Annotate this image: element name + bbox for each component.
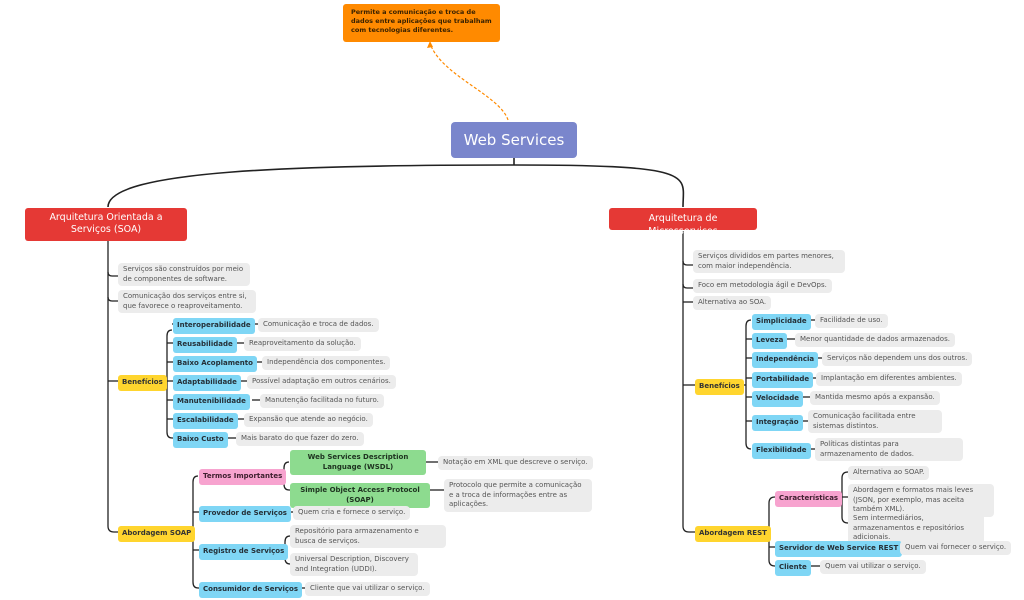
soa-benefit-escalabilidade[interactable]: Escalabilidade [173,413,238,429]
soap-service-registry[interactable]: Registro de Serviços [199,544,289,560]
rest-approach[interactable]: Abordagem REST [695,526,771,542]
soap-service-provider[interactable]: Provedor de Serviços [199,506,291,522]
rest-characteristics[interactable]: Características [775,491,843,507]
soap-service-consumer[interactable]: Consumidor de Serviços [199,582,303,598]
micro-benefit-leveza[interactable]: Leveza [752,333,788,349]
soa-benefits[interactable]: Benefícios [118,375,167,391]
root-node-web-services[interactable]: Web Services [451,122,577,158]
rest-characteristic-item[interactable]: Sem intermediários, armazenamentos e rep… [848,512,984,545]
micro-benefit-desc[interactable]: Comunicação facilitada entre sistemas di… [808,410,942,433]
soa-benefit-desc[interactable]: Comunicação e troca de dados. [258,318,379,332]
soap-registry-desc[interactable]: Repositório para armazenamento e busca d… [290,525,446,548]
micro-benefit-desc[interactable]: Facilidade de uso. [815,314,888,328]
micro-benefit-desc[interactable]: Políticas distintas para armazenamento d… [815,438,963,461]
rest-characteristic-item[interactable]: Alternativa ao SOAP. [848,466,930,480]
rest-server[interactable]: Servidor de Web Service REST [775,541,903,557]
rest-client[interactable]: Cliente [775,560,811,576]
soap-approach[interactable]: Abordagem SOAP [118,526,196,542]
soap-service-provider-desc[interactable]: Quem cria e fornece o serviço. [293,506,411,520]
soap-registry-uddi[interactable]: Universal Description, Discovery and Int… [290,553,418,576]
micro-benefit-portabilidade[interactable]: Portabilidade [752,372,814,388]
micro-benefit-velocidade[interactable]: Velocidade [752,391,804,407]
soap-important-terms[interactable]: Termos Importantes [199,469,287,485]
soa-benefit-adaptabilidade[interactable]: Adaptabilidade [173,375,241,391]
micro-benefit-independencia[interactable]: Independência [752,352,819,368]
soa-benefit-baixo-acoplamento[interactable]: Baixo Acoplamento [173,356,257,372]
soa-benefit-desc[interactable]: Possível adaptação em outros cenários. [247,375,396,389]
definition-callout[interactable]: Permite a comunicação e troca de dados e… [343,4,500,42]
micro-benefit-desc[interactable]: Menor quantidade de dados armazenados. [795,333,955,347]
branch-soa[interactable]: Arquitetura Orientada a Serviços (SOA) [25,208,187,241]
soa-note-components[interactable]: Serviços são construídos por meio de com… [118,263,250,286]
soa-benefit-desc[interactable]: Mais barato do que fazer do zero. [236,432,364,446]
soa-benefit-desc[interactable]: Manutenção facilitada no futuro. [260,394,384,408]
soa-benefit-desc[interactable]: Expansão que atende ao negócio. [244,413,373,427]
micro-note-divided[interactable]: Serviços divididos em partes menores, co… [693,250,845,273]
soa-benefit-reusabilidade[interactable]: Reusabilidade [173,337,237,353]
micro-benefit-simplicidade[interactable]: Simplicidade [752,314,811,330]
rest-client-desc[interactable]: Quem vai utilizar o serviço. [820,560,926,574]
micro-benefit-desc[interactable]: Serviços não dependem uns dos outros. [822,352,973,366]
soa-note-communication[interactable]: Comunicação dos serviços entre si, que f… [118,290,256,313]
term-wsdl[interactable]: Web Services Description Language (WSDL) [290,450,426,475]
micro-benefit-flexibilidade[interactable]: Flexibilidade [752,443,811,459]
micro-benefits[interactable]: Benefícios [695,379,744,395]
soap-service-consumer-desc[interactable]: Cliente que vai utilizar o serviço. [305,582,430,596]
branch-microservices[interactable]: Arquitetura de Microsserviços [609,208,757,237]
rest-server-desc[interactable]: Quem vai fornecer o serviço. [900,541,1012,555]
micro-note-agile[interactable]: Foco em metodologia ágil e DevOps. [693,279,832,293]
soa-benefit-interoperabilidade[interactable]: Interoperabilidade [173,318,255,334]
micro-benefit-desc[interactable]: Implantação em diferentes ambientes. [816,372,962,386]
soa-benefit-baixo-custo[interactable]: Baixo Custo [173,432,228,448]
soa-benefit-manutenibilidade[interactable]: Manutenibilidade [173,394,250,410]
term-soap[interactable]: Simple Object Access Protocol (SOAP) [290,483,430,508]
soa-benefit-desc[interactable]: Reaproveitamento da solução. [244,337,361,351]
term-wsdl-desc[interactable]: Notação em XML que descreve o serviço. [438,456,593,470]
micro-note-alternative[interactable]: Alternativa ao SOA. [693,296,772,310]
soa-benefit-desc[interactable]: Independência dos componentes. [262,356,391,370]
micro-benefit-integracao[interactable]: Integração [752,415,803,431]
micro-benefit-desc[interactable]: Mantida mesmo após a expansão. [810,391,940,405]
term-soap-desc[interactable]: Protocolo que permite a comunicação e a … [444,479,592,512]
